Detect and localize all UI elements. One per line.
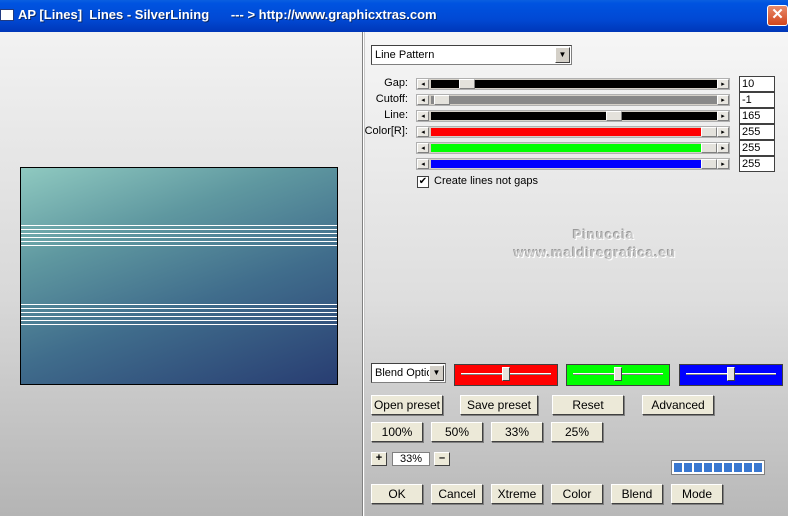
zoom-25-button[interactable]: 25%	[551, 422, 603, 442]
slider-track[interactable]	[431, 144, 717, 152]
zoom-50-button[interactable]: 50%	[431, 422, 483, 442]
value-slider[interactable]: ◂ ▸	[416, 158, 730, 170]
progress-segment	[724, 463, 732, 472]
slider-thumb[interactable]	[701, 127, 717, 137]
slider-right-arrow-icon[interactable]: ▸	[717, 111, 729, 121]
reset-button[interactable]: Reset	[552, 395, 624, 415]
create-lines-label: Create lines not gaps	[434, 175, 538, 187]
blend-select[interactable]: Blend Optio ▼	[371, 363, 446, 383]
progress-segment	[734, 463, 742, 472]
xtreme-button[interactable]: Xtreme	[491, 484, 543, 504]
value-slider[interactable]: ◂ ▸	[416, 110, 730, 122]
slider-left-arrow-icon[interactable]: ◂	[417, 143, 429, 153]
zoom-in-button[interactable]: +	[371, 452, 387, 466]
progress-indicator	[671, 460, 765, 475]
color-slider-thumb[interactable]	[614, 367, 622, 381]
progress-segment	[684, 463, 692, 472]
progress-segment	[754, 463, 762, 472]
chevron-down-icon[interactable]: ▼	[429, 365, 444, 381]
advanced-button[interactable]: Advanced	[642, 395, 714, 415]
progress-segment	[704, 463, 712, 472]
blend-select-value: Blend Optio	[375, 367, 433, 379]
zoom-value: 33%	[392, 452, 430, 466]
value-slider[interactable]: ◂ ▸	[416, 142, 730, 154]
create-lines-checkbox[interactable]: ✔	[417, 176, 429, 188]
slider-right-arrow-icon[interactable]: ▸	[717, 79, 729, 89]
window-title: AP [Lines] Lines - SilverLining --- > ht…	[18, 7, 437, 22]
slider-right-arrow-icon[interactable]: ▸	[717, 127, 729, 137]
slider-label: Color[R]:	[364, 125, 408, 137]
value-slider[interactable]: ◂ ▸	[416, 94, 730, 106]
slider-track[interactable]	[431, 128, 717, 136]
slider-track[interactable]	[431, 160, 717, 168]
slider-thumb[interactable]	[459, 79, 475, 89]
watermark-url: www.maldiregrafica.eu	[514, 245, 677, 260]
slider-label: Line:	[384, 109, 408, 121]
slider-left-arrow-icon[interactable]: ◂	[417, 127, 429, 137]
mode-button[interactable]: Mode	[671, 484, 723, 504]
color-slider-box[interactable]	[566, 364, 670, 386]
slider-thumb[interactable]	[606, 111, 622, 121]
preview-image	[20, 167, 338, 385]
slider-value-field[interactable]: 255	[739, 156, 775, 172]
slider-thumb[interactable]	[701, 159, 717, 169]
slider-value-field[interactable]: 255	[739, 124, 775, 140]
chevron-down-icon[interactable]: ▼	[555, 47, 570, 63]
progress-segment	[744, 463, 752, 472]
slider-left-arrow-icon[interactable]: ◂	[417, 95, 429, 105]
watermark-name: Pinuccia	[573, 227, 635, 242]
cancel-button[interactable]: Cancel	[431, 484, 483, 504]
ok-button[interactable]: OK	[371, 484, 423, 504]
slider-value-field[interactable]: 255	[739, 140, 775, 156]
slider-left-arrow-icon[interactable]: ◂	[417, 79, 429, 89]
color-slider-thumb[interactable]	[502, 367, 510, 381]
slider-track[interactable]	[431, 96, 717, 104]
title-bar: AP [Lines] Lines - SilverLining --- > ht…	[0, 0, 788, 32]
slider-label: Gap:	[384, 77, 408, 89]
value-slider[interactable]: ◂ ▸	[416, 126, 730, 138]
slider-label: Cutoff:	[375, 93, 408, 105]
save-preset-button[interactable]: Save preset	[460, 395, 538, 415]
open-preset-button[interactable]: Open preset	[371, 395, 443, 415]
pattern-select[interactable]: Line Pattern ▼	[371, 45, 572, 65]
slider-right-arrow-icon[interactable]: ▸	[717, 95, 729, 105]
blend-button[interactable]: Blend	[611, 484, 663, 504]
value-slider[interactable]: ◂ ▸	[416, 78, 730, 90]
slider-value-field[interactable]: 10	[739, 76, 775, 92]
slider-track[interactable]	[431, 112, 717, 120]
pattern-select-value: Line Pattern	[375, 49, 435, 61]
slider-right-arrow-icon[interactable]: ▸	[717, 159, 729, 169]
close-button[interactable]: ✕	[767, 5, 788, 26]
slider-thumb[interactable]	[434, 95, 450, 105]
zoom-33-button[interactable]: 33%	[491, 422, 543, 442]
slider-value-field[interactable]: 165	[739, 108, 775, 124]
slider-left-arrow-icon[interactable]: ◂	[417, 111, 429, 121]
zoom-100-button[interactable]: 100%	[371, 422, 423, 442]
color-slider-thumb[interactable]	[727, 367, 735, 381]
color-button[interactable]: Color	[551, 484, 603, 504]
progress-segment	[674, 463, 682, 472]
preview-pane	[0, 32, 362, 516]
slider-left-arrow-icon[interactable]: ◂	[417, 159, 429, 169]
color-slider-box[interactable]	[679, 364, 783, 386]
zoom-out-button[interactable]: –	[434, 452, 450, 466]
slider-thumb[interactable]	[701, 143, 717, 153]
slider-right-arrow-icon[interactable]: ▸	[717, 143, 729, 153]
progress-segment	[714, 463, 722, 472]
slider-value-field[interactable]: -1	[739, 92, 775, 108]
color-slider-box[interactable]	[454, 364, 558, 386]
app-icon	[0, 9, 14, 21]
progress-segment	[694, 463, 702, 472]
